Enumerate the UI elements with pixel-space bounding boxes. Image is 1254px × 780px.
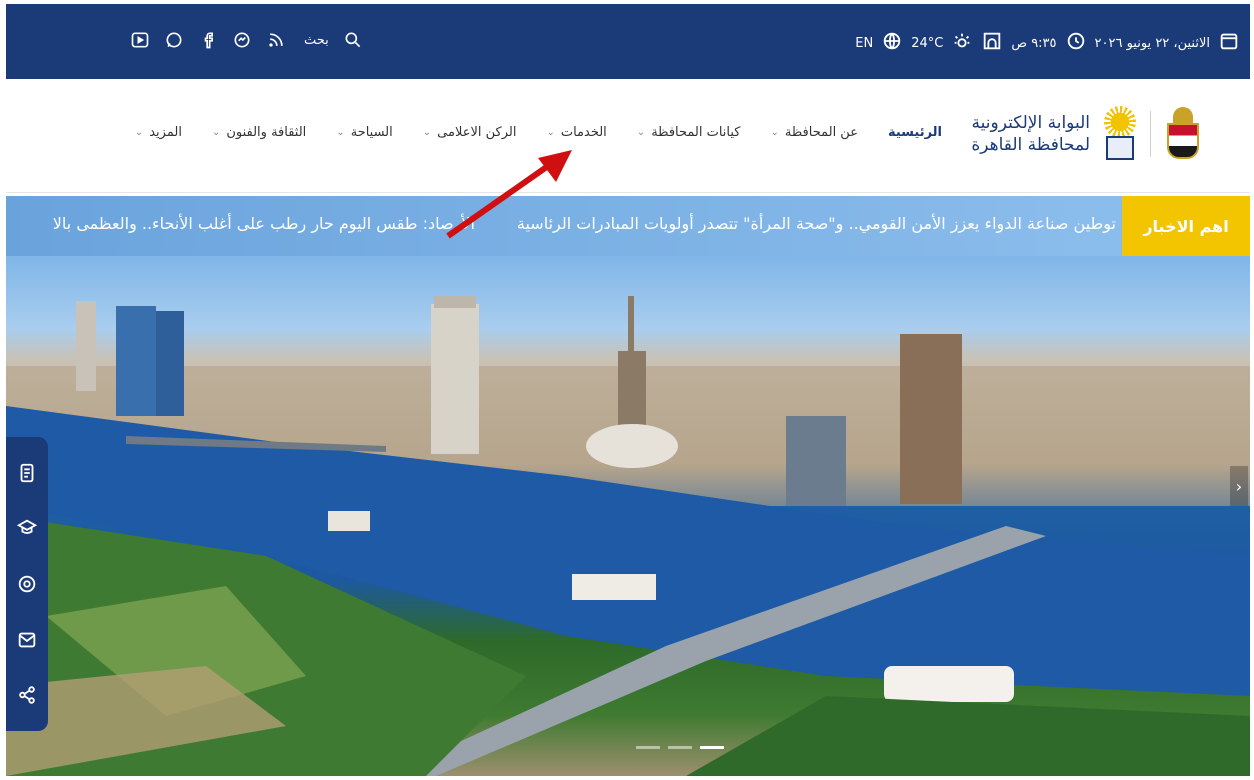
rss-icon[interactable] <box>266 30 286 50</box>
facebook-icon[interactable] <box>198 30 218 50</box>
chevron-down-icon: ⌄ <box>134 127 144 138</box>
chevron-down-icon: ⌄ <box>422 127 432 138</box>
slider-dot-active[interactable] <box>700 746 724 749</box>
target-icon[interactable] <box>15 572 39 596</box>
menu-item-label: كيانات المحافظة <box>651 125 741 140</box>
side-quick-toolbar <box>6 437 48 731</box>
cairo-skyline-illustration <box>6 296 1250 776</box>
logo-line-1: البوابة الإلكترونية <box>971 113 1090 133</box>
messenger-icon[interactable] <box>232 30 252 50</box>
menu-item-home[interactable]: الرئيسية <box>888 125 942 140</box>
main-navbar: البوابة الإلكترونية لمحافظة القاهرة الرئ… <box>6 79 1250 193</box>
document-icon[interactable] <box>15 461 39 485</box>
time-text: ٩:٣٥ ص <box>1011 35 1057 51</box>
whatsapp-icon[interactable] <box>164 30 184 50</box>
logo-divider <box>1150 111 1151 157</box>
social-and-search: بحث <box>130 30 363 50</box>
date-text: الاثنين، ٢٢ يونيو ٢٠٢٦ <box>1094 35 1210 51</box>
menu-item-label: الرئيسية <box>887 125 942 140</box>
menu-item-label: المزيد <box>149 125 182 140</box>
mail-icon[interactable] <box>15 628 39 652</box>
slider-pagination <box>636 746 724 749</box>
menu-item-entities[interactable]: كيانات المحافظة ⌄ <box>637 125 741 140</box>
menu-item-label: الثقافة والفنون <box>226 125 307 140</box>
ticker-news: توطين صناعة الدواء يعزز الأمن القومي.. و… <box>53 214 1116 233</box>
hero-slider-image <box>6 256 1250 776</box>
graduation-cap-icon[interactable] <box>15 516 39 540</box>
ticker-badge: اهم الاخبار <box>1122 196 1250 256</box>
cairo-governorate-logo-icon <box>1100 106 1140 162</box>
menu-item-more[interactable]: المزيد ⌄ <box>135 125 182 140</box>
egypt-emblem-icon <box>1161 105 1205 163</box>
weather-icon <box>951 30 973 56</box>
slider-dot[interactable] <box>636 746 660 749</box>
menu-item-about[interactable]: عن المحافظة ⌄ <box>771 125 858 140</box>
calendar-icon <box>1218 30 1240 56</box>
slider-next-arrow[interactable]: › <box>1230 466 1248 506</box>
youtube-icon[interactable] <box>130 30 150 50</box>
clock-icon <box>1065 30 1087 56</box>
globe-icon[interactable] <box>881 30 903 56</box>
menu-item-label: عن المحافظة <box>784 125 858 140</box>
search-icon[interactable] <box>343 30 363 50</box>
menu-item-media[interactable]: الركن الاعلامى ⌄ <box>423 125 517 140</box>
date-weather-info: الاثنين، ٢٢ يونيو ٢٠٢٦ ٩:٣٥ ص 24°C EN <box>855 30 1240 56</box>
temperature-text: 24°C <box>911 35 944 51</box>
menu-item-tourism[interactable]: السياحة ⌄ <box>336 125 392 140</box>
language-switch[interactable]: EN <box>855 36 873 51</box>
ticker-item[interactable]: الأرصاد: طقس اليوم حار رطب على أغلب الأن… <box>53 214 475 233</box>
search-label[interactable]: بحث <box>304 33 329 48</box>
logo-text: البوابة الإلكترونية لمحافظة القاهرة <box>971 112 1090 156</box>
slider-dot[interactable] <box>668 746 692 749</box>
menu-item-label: الخدمات <box>560 125 607 140</box>
ticker-item[interactable]: توطين صناعة الدواء يعزز الأمن القومي.. و… <box>517 214 1116 233</box>
chevron-down-icon: ⌄ <box>770 127 779 138</box>
menu-item-label: الركن الاعلامى <box>437 125 517 140</box>
chevron-down-icon: ⌄ <box>336 127 345 138</box>
chevron-down-icon: ⌄ <box>211 127 221 138</box>
menu-item-services[interactable]: الخدمات ⌄ <box>546 125 606 140</box>
chevron-down-icon: ⌄ <box>636 127 646 138</box>
prayer-times-icon[interactable] <box>981 30 1003 56</box>
news-ticker: توطين صناعة الدواء يعزز الأمن القومي.. و… <box>6 196 1250 256</box>
menu-item-label: السياحة <box>350 125 393 140</box>
menu-item-culture[interactable]: الثقافة والفنون ⌄ <box>212 125 306 140</box>
logo-line-2: لمحافظة القاهرة <box>971 135 1090 155</box>
share-icon[interactable] <box>15 683 39 707</box>
main-menu: الرئيسية عن المحافظة ⌄ كيانات المحافظة ⌄… <box>135 125 942 140</box>
chevron-down-icon: ⌄ <box>546 127 555 138</box>
top-bar: بحث الاثنين، ٢٢ يونيو ٢٠٢٦ ٩:٣٥ ص 24°C E… <box>6 4 1250 79</box>
site-logo[interactable]: البوابة الإلكترونية لمحافظة القاهرة <box>971 105 1205 163</box>
